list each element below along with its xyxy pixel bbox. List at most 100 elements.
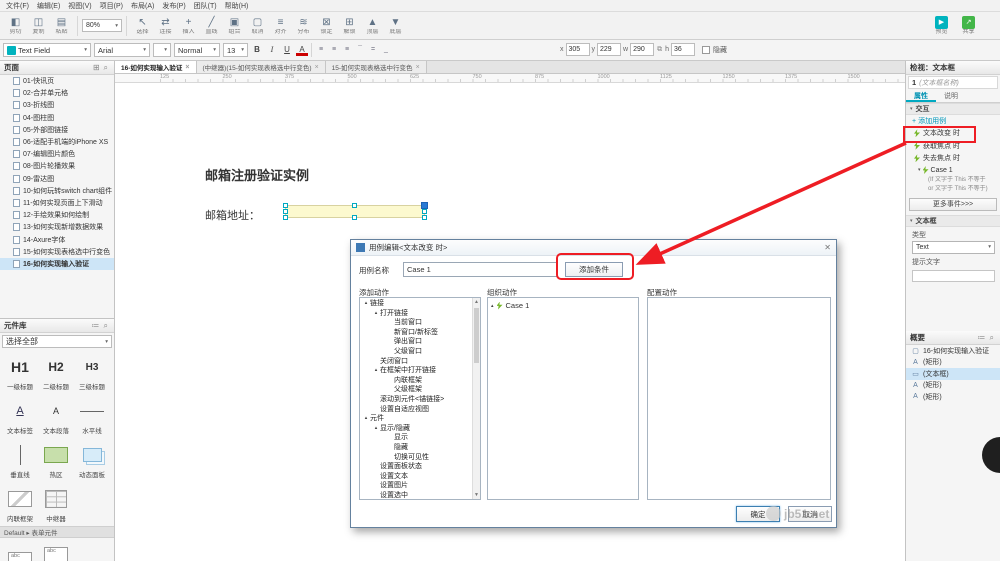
outline-item[interactable]: A (矩形) [906,380,1000,392]
selection-handle[interactable] [352,203,357,208]
event-row[interactable]: 文本改变 时 [906,127,1000,140]
action-tree-item[interactable]: ▴ 打开链接 [360,309,480,319]
link-dimensions-icon[interactable]: ⧉ [656,46,663,54]
scroll-up-icon[interactable]: ▲ [473,298,480,306]
action-tree-item[interactable]: ▴ 父级框架 [360,385,480,395]
close-icon[interactable]: × [416,64,420,71]
toolbar-button[interactable]: ≋ 分布 [292,16,315,36]
dialog-titlebar[interactable]: 用例编辑<文本改变 时> ✕ [351,240,836,256]
add-case-link[interactable]: + 添加用例 [906,115,1000,127]
action-tree-item[interactable]: ▴ 设置图片 [360,481,480,491]
toolbar-button[interactable]: ↖ 选择 [131,16,154,36]
outline-item[interactable]: ▢ 16-如何实现输入验证 [906,345,1000,357]
action-tree-item[interactable]: ▴ 滚动到元件<锚链接> [360,395,480,405]
page-tree-item[interactable]: 03-折线图 [0,99,114,111]
hint-input[interactable] [912,269,995,282]
page-tree-item[interactable]: 07-编辑图片颜色 [0,148,114,160]
toolbar-button[interactable]: ↗ 共享 [957,15,980,36]
close-icon[interactable]: × [185,64,189,71]
action-tree-item[interactable]: ▴ 设置文本 [360,472,480,482]
widget-item[interactable]: H1 一级标题 [2,350,38,394]
widget-item[interactable]: abc [2,538,38,561]
page-tree-item[interactable]: 05-外部图链接 [0,124,114,136]
x-input[interactable]: 305 [565,43,590,56]
action-tree-item[interactable]: ▴ 显示 [360,433,480,443]
page-tree-item[interactable]: 15-如何实现表格选中行变色 [0,246,114,258]
hidden-toggle[interactable]: 隐藏 [702,45,727,55]
align-icon[interactable]: = [367,43,379,57]
menu-item[interactable]: 视图(V) [64,1,95,11]
canvas-tab[interactable]: 15-如何实现表格选中行变色 × [325,61,427,73]
page-tree-item[interactable]: 01-快讯页 [0,75,114,87]
toolbar-button[interactable]: ◧ 剪切 [4,16,27,36]
page-tree-item[interactable]: 10-如何玩转switch chart组件 [0,185,114,197]
action-tree-item[interactable]: ▴ 切换可见性 [360,453,480,463]
align-icon[interactable]: ≡ [341,43,353,57]
canvas-tab[interactable]: (中继器)(15-如何实现表格选中行变色) × [196,61,326,73]
action-tree-item[interactable]: ▴ 设置选中 [360,491,480,499]
widget-item[interactable]: 中继器 [38,482,74,526]
zoom-select[interactable]: 80% ▾ [82,19,122,32]
widget-item[interactable]: abc [38,538,74,561]
w-input[interactable]: 290 [630,43,655,56]
textfield-section-header[interactable]: 文本框 [906,214,1000,227]
selection-anchor-handle[interactable] [421,202,428,209]
email-textfield-widget[interactable] [283,202,428,220]
action-tree-item[interactable]: ▴ 父级窗口 [360,347,480,357]
menu-item[interactable]: 帮助(H) [221,1,253,11]
page-tree-item[interactable]: 16-如何实现输入验证 [0,257,114,270]
align-icon[interactable]: ≡ [315,43,327,57]
action-tree-item[interactable]: ▴ 隐藏 [360,443,480,453]
font-select[interactable]: Arial [94,43,150,57]
font-color-button[interactable]: A [296,44,308,56]
canvas-heading-text[interactable]: 邮箱注册验证实例 [205,165,309,184]
page-tree-item[interactable]: 04-图柱图 [0,112,114,124]
inspector-tab[interactable]: 说明 [936,90,966,102]
action-tree-item[interactable]: ▴ 在框架中打开链接 [360,366,480,376]
hidden-checkbox[interactable] [702,46,710,54]
font-size-select[interactable]: 13 [223,43,248,57]
widget-item[interactable]: 水平线 [74,394,110,438]
organized-case-item[interactable]: ▴ Case 1 [488,298,638,313]
action-tree-item[interactable]: ▴ 设置自适应视图 [360,405,480,415]
widget-item[interactable]: A 文本段落 [38,394,74,438]
toolbar-button[interactable]: ▶ 预览 [930,15,953,36]
action-tree-item[interactable]: ▴ 关闭窗口 [360,357,480,367]
page-tree-item[interactable]: 11-如何实现页面上下滑动 [0,197,114,209]
toolbar-button[interactable]: ▣ 组合 [223,16,246,36]
action-tree-item[interactable]: ▴ 元件 [360,414,480,424]
toolbar-button[interactable]: ╱ 直线 [200,16,223,36]
email-label-widget[interactable]: 邮箱地址： [205,207,260,223]
ok-button[interactable]: 确定 [736,506,780,522]
font-variant-select[interactable] [153,43,171,57]
page-tree-item[interactable]: 09-雷达图 [0,173,114,185]
align-icon[interactable]: ¯ [354,43,366,57]
toolbar-button[interactable]: ▲ 顶层 [361,16,384,36]
panel-tool-icon[interactable]: ⌕ [102,321,110,331]
cancel-button[interactable]: 取消 [788,506,832,522]
widget-item[interactable]: 热区 [38,438,74,482]
more-events-button[interactable]: 更多事件>>> [909,197,997,211]
action-tree-item[interactable]: ▴ 新窗口/新标签 [360,328,480,338]
page-tree-item[interactable]: 14-Axure字体 [0,233,114,245]
event-row[interactable]: 失去焦点 时 [906,152,1000,165]
panel-tool-icon[interactable]: ⌕ [988,333,996,343]
widget-item[interactable]: H3 三级标题 [74,350,110,394]
toolbar-button[interactable]: ◫ 复制 [27,16,50,36]
widget-name-input[interactable]: 1 (文本框名称) [908,76,998,89]
panel-tool-icon[interactable]: ≔ [976,333,988,343]
scrollbar[interactable]: ▲ ▼ [472,298,480,499]
add-condition-button[interactable]: 添加条件 [565,262,623,277]
page-tree-item[interactable]: 06-适配手机端的iPhone XS [0,136,114,148]
toolbar-button[interactable]: ≡ 对齐 [269,16,292,36]
close-icon[interactable]: × [315,64,319,71]
outline-item[interactable]: A (矩形) [906,391,1000,403]
action-tree-item[interactable]: ▴ 设置面板状态 [360,462,480,472]
bold-button[interactable]: B [251,43,263,57]
case-name-input[interactable]: Case 1 [403,262,558,277]
action-tree-item[interactable]: ▴ 链接 [360,299,480,309]
selection-handle[interactable] [283,215,288,220]
panel-tool-icon[interactable]: ⊞ [91,63,102,73]
panel-tool-icon[interactable]: ⌕ [102,63,110,73]
y-input[interactable]: 229 [597,43,621,56]
